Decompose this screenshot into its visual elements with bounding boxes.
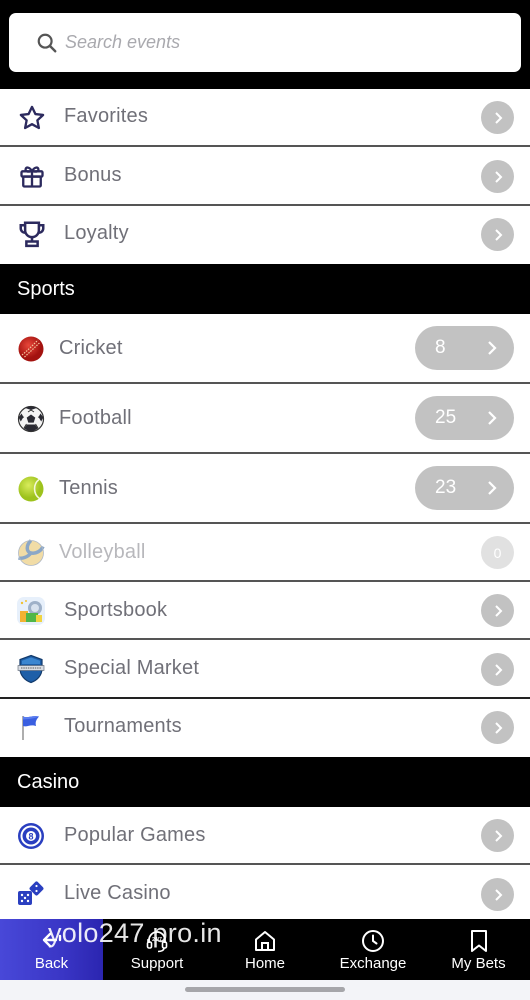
- tennis-ball-icon: [16, 474, 46, 504]
- home-icon: [255, 931, 275, 951]
- menu-item-label: Special Market: [64, 657, 200, 679]
- event-count-button[interactable]: 23: [415, 466, 514, 510]
- menu-item-label: Favorites: [64, 105, 149, 127]
- sport-item-football[interactable]: Football 25: [0, 384, 530, 454]
- chevron-right-icon: [494, 829, 502, 842]
- chevron-right-button[interactable]: [481, 594, 514, 627]
- eight-ball-icon: 8: [16, 821, 46, 851]
- event-count-button[interactable]: 8: [415, 326, 514, 370]
- search-input[interactable]: [65, 27, 485, 57]
- chevron-right-icon: [494, 604, 502, 617]
- menu-item-favorites[interactable]: Favorites: [0, 89, 530, 147]
- chevron-right-icon: [488, 411, 497, 425]
- chevron-right-button[interactable]: [481, 653, 514, 686]
- chevron-right-icon: [494, 170, 502, 183]
- event-count: 8: [435, 337, 446, 358]
- menu-item-label: Bonus: [64, 164, 122, 186]
- menu-item-label: Loyalty: [64, 222, 129, 244]
- nav-label: Support: [130, 955, 184, 972]
- sport-label: Volleyball: [59, 541, 146, 563]
- clock-icon: [362, 930, 384, 952]
- menu-item-bonus[interactable]: Bonus: [0, 147, 530, 206]
- chevron-right-button[interactable]: [481, 819, 514, 852]
- menu-item-sportsbook[interactable]: Sportsbook: [0, 582, 530, 640]
- event-count: 23: [435, 477, 457, 498]
- search-icon: [37, 33, 57, 53]
- search-box[interactable]: [9, 13, 521, 72]
- chevron-right-button[interactable]: [481, 218, 514, 251]
- chevron-right-button[interactable]: [481, 101, 514, 134]
- bottom-navigation: Back 24/7 Support Home Exchange My Bets: [0, 919, 530, 980]
- bookmark-icon: [470, 930, 487, 952]
- menu-item-special-market[interactable]: Special Market: [0, 640, 530, 699]
- nav-label: Home: [244, 955, 285, 972]
- chevron-right-icon: [494, 228, 502, 241]
- nav-label: Back: [34, 955, 69, 972]
- sport-item-cricket[interactable]: Cricket 8: [0, 314, 530, 384]
- menu-item-label: Popular Games: [64, 824, 206, 846]
- sports-section-header: Sports: [0, 264, 530, 314]
- flag-icon: [16, 712, 46, 742]
- event-count: 0: [493, 544, 502, 561]
- chevron-right-icon: [494, 663, 502, 676]
- dice-icon: [16, 879, 46, 909]
- sportsbook-icon: [16, 596, 46, 626]
- menu-item-popular-games[interactable]: 8 Popular Games: [0, 807, 530, 865]
- trophy-icon: [17, 219, 47, 249]
- chevron-right-button[interactable]: [481, 160, 514, 193]
- chevron-right-icon: [494, 888, 502, 901]
- gift-icon: [17, 161, 47, 191]
- menu-item-label: Sportsbook: [64, 599, 168, 621]
- volleyball-icon: [16, 538, 46, 568]
- football-icon: [16, 404, 46, 434]
- event-count-button[interactable]: 25: [415, 396, 514, 440]
- chevron-right-button[interactable]: [481, 711, 514, 744]
- chevron-right-icon: [494, 721, 502, 734]
- chevron-right-icon: [488, 341, 497, 355]
- sport-item-tennis[interactable]: Tennis 23: [0, 454, 530, 524]
- event-count-badge: 0: [481, 536, 514, 569]
- event-count: 25: [435, 407, 457, 428]
- special-market-shield-icon: [16, 654, 46, 684]
- nav-exchange[interactable]: Exchange: [319, 919, 427, 980]
- nav-my-bets[interactable]: My Bets: [427, 919, 530, 980]
- back-arrow-icon: [42, 932, 61, 948]
- star-icon: [17, 103, 47, 133]
- menu-item-live-casino[interactable]: Live Casino: [0, 865, 530, 921]
- system-gesture-area: [0, 980, 530, 1000]
- sport-label: Football: [59, 407, 132, 429]
- nav-support[interactable]: 24/7 Support: [103, 919, 211, 980]
- cricket-ball-icon: [16, 334, 46, 364]
- nav-back[interactable]: Back: [0, 919, 103, 980]
- nav-home[interactable]: Home: [211, 919, 319, 980]
- svg-text:24/7: 24/7: [152, 937, 162, 943]
- sport-item-volleyball[interactable]: Volleyball 0: [0, 524, 530, 582]
- menu-item-label: Tournaments: [64, 715, 182, 737]
- nav-label: My Bets: [451, 955, 506, 972]
- svg-text:8: 8: [28, 831, 33, 841]
- home-indicator-bar[interactable]: [185, 987, 345, 992]
- search-header: [0, 0, 530, 89]
- nav-label: Exchange: [339, 955, 407, 972]
- menu-item-tournaments[interactable]: Tournaments: [0, 699, 530, 757]
- support-headset-icon: 24/7: [146, 931, 168, 953]
- casino-section-header: Casino: [0, 757, 530, 807]
- menu-item-loyalty[interactable]: Loyalty: [0, 206, 530, 264]
- menu-item-label: Live Casino: [64, 882, 171, 904]
- chevron-right-icon: [494, 111, 502, 124]
- sport-label: Tennis: [59, 477, 119, 499]
- sport-label: Cricket: [59, 337, 123, 359]
- chevron-right-icon: [488, 481, 497, 495]
- chevron-right-button[interactable]: [481, 878, 514, 911]
